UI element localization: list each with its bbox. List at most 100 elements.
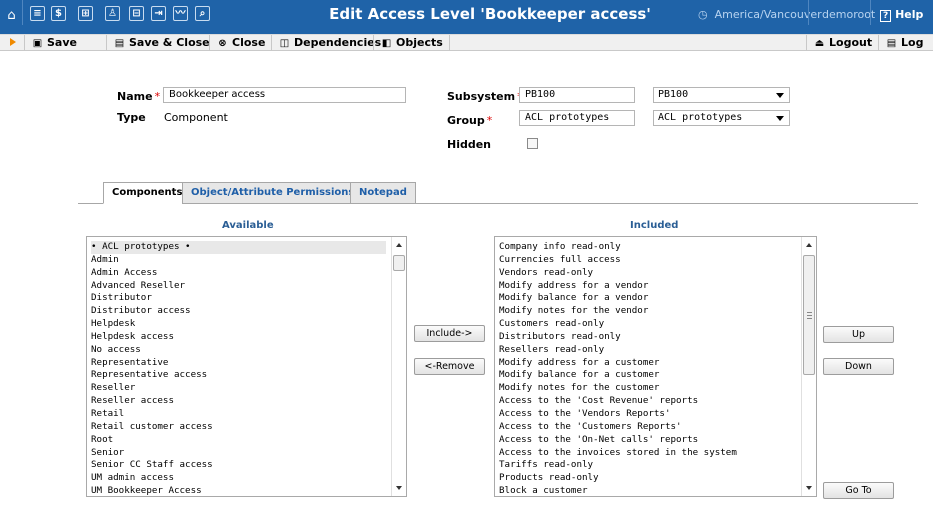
subsystem-input[interactable]: PB100 — [519, 87, 635, 103]
close-circle-icon: ⊗ — [218, 38, 227, 49]
user-icon[interactable]: ♙ — [105, 6, 120, 21]
list-item[interactable]: Reseller access — [91, 395, 386, 408]
list-item[interactable]: Currencies full access — [499, 254, 796, 267]
list-item[interactable]: No access — [91, 344, 386, 357]
include-button[interactable]: Include-> — [414, 325, 485, 342]
goto-button[interactable]: Go To — [823, 482, 894, 499]
list-item[interactable]: Tariffs read-only — [499, 459, 796, 472]
clock-icon: ◷ — [698, 8, 708, 21]
tab-notepad[interactable]: Notepad — [350, 182, 416, 204]
available-list[interactable]: • ACL prototypes • Admin Admin Access Advan… — [86, 236, 407, 497]
list-item[interactable]: Advanced Reseller — [91, 280, 386, 293]
list-item[interactable]: Access to the 'Cost Revenue' reports — [499, 395, 796, 408]
list-item[interactable]: Distributor access — [91, 305, 386, 318]
down-button[interactable]: Down — [823, 358, 894, 375]
toolbar: ▣ Save ▤ Save & Close ⊗ Close ◫ Dependencies… — [0, 34, 933, 51]
list-item[interactable]: Helpdesk access — [91, 331, 386, 344]
list-item[interactable]: Modify balance for a customer — [499, 369, 796, 382]
home-icon[interactable]: ⌂ — [4, 8, 19, 23]
help-link[interactable]: ? Help — [880, 8, 923, 22]
subsystem-select[interactable]: PB100 — [653, 87, 790, 103]
list-item[interactable]: Modify notes for the vendor — [499, 305, 796, 318]
name-label: Name * — [117, 90, 161, 103]
list-item[interactable]: Senior CC Staff access — [91, 459, 386, 472]
scroll-down-icon[interactable] — [806, 486, 812, 490]
list-item[interactable]: Admin — [91, 254, 386, 267]
dependencies-icon: ◫ — [279, 38, 290, 49]
list-item[interactable]: Resellers read-only — [499, 344, 796, 357]
hidden-checkbox[interactable] — [527, 138, 538, 149]
list-item[interactable]: Distributors read-only — [499, 331, 796, 344]
list-item[interactable]: UM admin access — [91, 472, 386, 485]
list-item[interactable]: Retail — [91, 408, 386, 421]
list-item[interactable]: Modify address for a vendor — [499, 280, 796, 293]
page-title: Edit Access Level 'Bookkeeper access' — [329, 5, 651, 23]
logout-button[interactable]: ⏏ Logout — [814, 35, 872, 51]
list-item[interactable]: UM Bookkeeper Access — [91, 485, 386, 496]
up-button[interactable]: Up — [823, 326, 894, 343]
list-item[interactable]: Admin Access — [91, 267, 386, 280]
objects-icon: ◧ — [381, 38, 392, 49]
list-item[interactable]: Root — [91, 434, 386, 447]
tab-components[interactable]: Components — [103, 182, 192, 204]
scroll-up-icon[interactable] — [806, 243, 812, 247]
list-item[interactable]: Access to the 'Vendors Reports' — [499, 408, 796, 421]
list-item[interactable]: Vendors read-only — [499, 267, 796, 280]
remove-button[interactable]: <-Remove — [414, 358, 485, 375]
objects-button[interactable]: ◧ Objects — [381, 35, 443, 51]
list-item[interactable]: Modify address for a customer — [499, 357, 796, 370]
dependencies-button[interactable]: ◫ Dependencies — [279, 35, 381, 51]
scroll-down-icon[interactable] — [396, 486, 402, 490]
close-button[interactable]: ⊗ Close — [217, 35, 265, 51]
list-item[interactable]: Helpdesk — [91, 318, 386, 331]
chart-icon[interactable]: 〰 — [173, 6, 188, 21]
available-scrollbar[interactable] — [391, 237, 406, 496]
top-bar: ⌂ ≡ $ ⊞ ♙ ⊟ ⇥ 〰 ⌕ Edit Access Level 'Boo… — [0, 0, 933, 34]
scroll-thumb[interactable] — [803, 255, 815, 375]
transfer-icon[interactable]: ⇥ — [151, 6, 166, 21]
included-scrollbar[interactable] — [801, 237, 816, 496]
timezone-link[interactable]: ◷ America/Vancouver — [698, 8, 822, 21]
logout-icon: ⏏ — [814, 38, 825, 49]
list-item[interactable]: Products read-only — [499, 472, 796, 485]
name-input[interactable]: Bookkeeper access — [163, 87, 406, 103]
group-select[interactable]: ACL prototypes — [653, 110, 790, 126]
list-item[interactable]: Representative — [91, 357, 386, 370]
list-item[interactable]: Senior — [91, 447, 386, 460]
included-heading: Included — [630, 220, 679, 231]
tab-object-attribute-permissions[interactable]: Object/Attribute Permissions — [182, 182, 364, 204]
list-item[interactable]: Modify notes for the customer — [499, 382, 796, 395]
type-value: Component — [164, 111, 228, 124]
list-item[interactable]: Access to the 'Customers Reports' — [499, 421, 796, 434]
play-arrow-icon — [10, 38, 16, 46]
dollar-icon[interactable]: $ — [51, 6, 66, 21]
search-icon[interactable]: ⌕ — [195, 6, 210, 21]
list-item[interactable]: Representative access — [91, 369, 386, 382]
list-icon[interactable]: ≡ — [30, 6, 45, 21]
list-item[interactable]: Retail customer access — [91, 421, 386, 434]
list-item[interactable]: Reseller — [91, 382, 386, 395]
user-name[interactable]: demoroot — [822, 8, 875, 21]
disk-close-icon: ▤ — [114, 38, 125, 49]
included-list[interactable]: Company info read-only Currencies full ac… — [494, 236, 817, 497]
disk-icon: ▣ — [32, 38, 43, 49]
list-item[interactable]: Distributor — [91, 292, 386, 305]
list-item[interactable]: Access to the invoices stored in the sys… — [499, 447, 796, 460]
list-item[interactable]: Block a customer — [499, 485, 796, 496]
scroll-up-icon[interactable] — [396, 243, 402, 247]
grid-icon[interactable]: ⊞ — [78, 6, 93, 21]
group-input[interactable]: ACL prototypes — [519, 110, 635, 126]
chevron-down-icon — [776, 93, 784, 98]
network-icon[interactable]: ⊟ — [129, 6, 144, 21]
list-item[interactable]: Company info read-only — [499, 241, 796, 254]
save-button[interactable]: ▣ Save — [32, 35, 77, 51]
list-item[interactable]: Modify balance for a vendor — [499, 292, 796, 305]
log-icon: ▤ — [886, 38, 897, 49]
help-icon: ? — [880, 10, 892, 22]
scroll-thumb[interactable] — [393, 255, 405, 271]
list-item[interactable]: • ACL prototypes • — [91, 241, 386, 254]
list-item[interactable]: Access to the 'On-Net calls' reports — [499, 434, 796, 447]
save-close-button[interactable]: ▤ Save & Close — [114, 35, 210, 51]
log-button[interactable]: ▤ Log — [886, 35, 924, 51]
list-item[interactable]: Customers read-only — [499, 318, 796, 331]
